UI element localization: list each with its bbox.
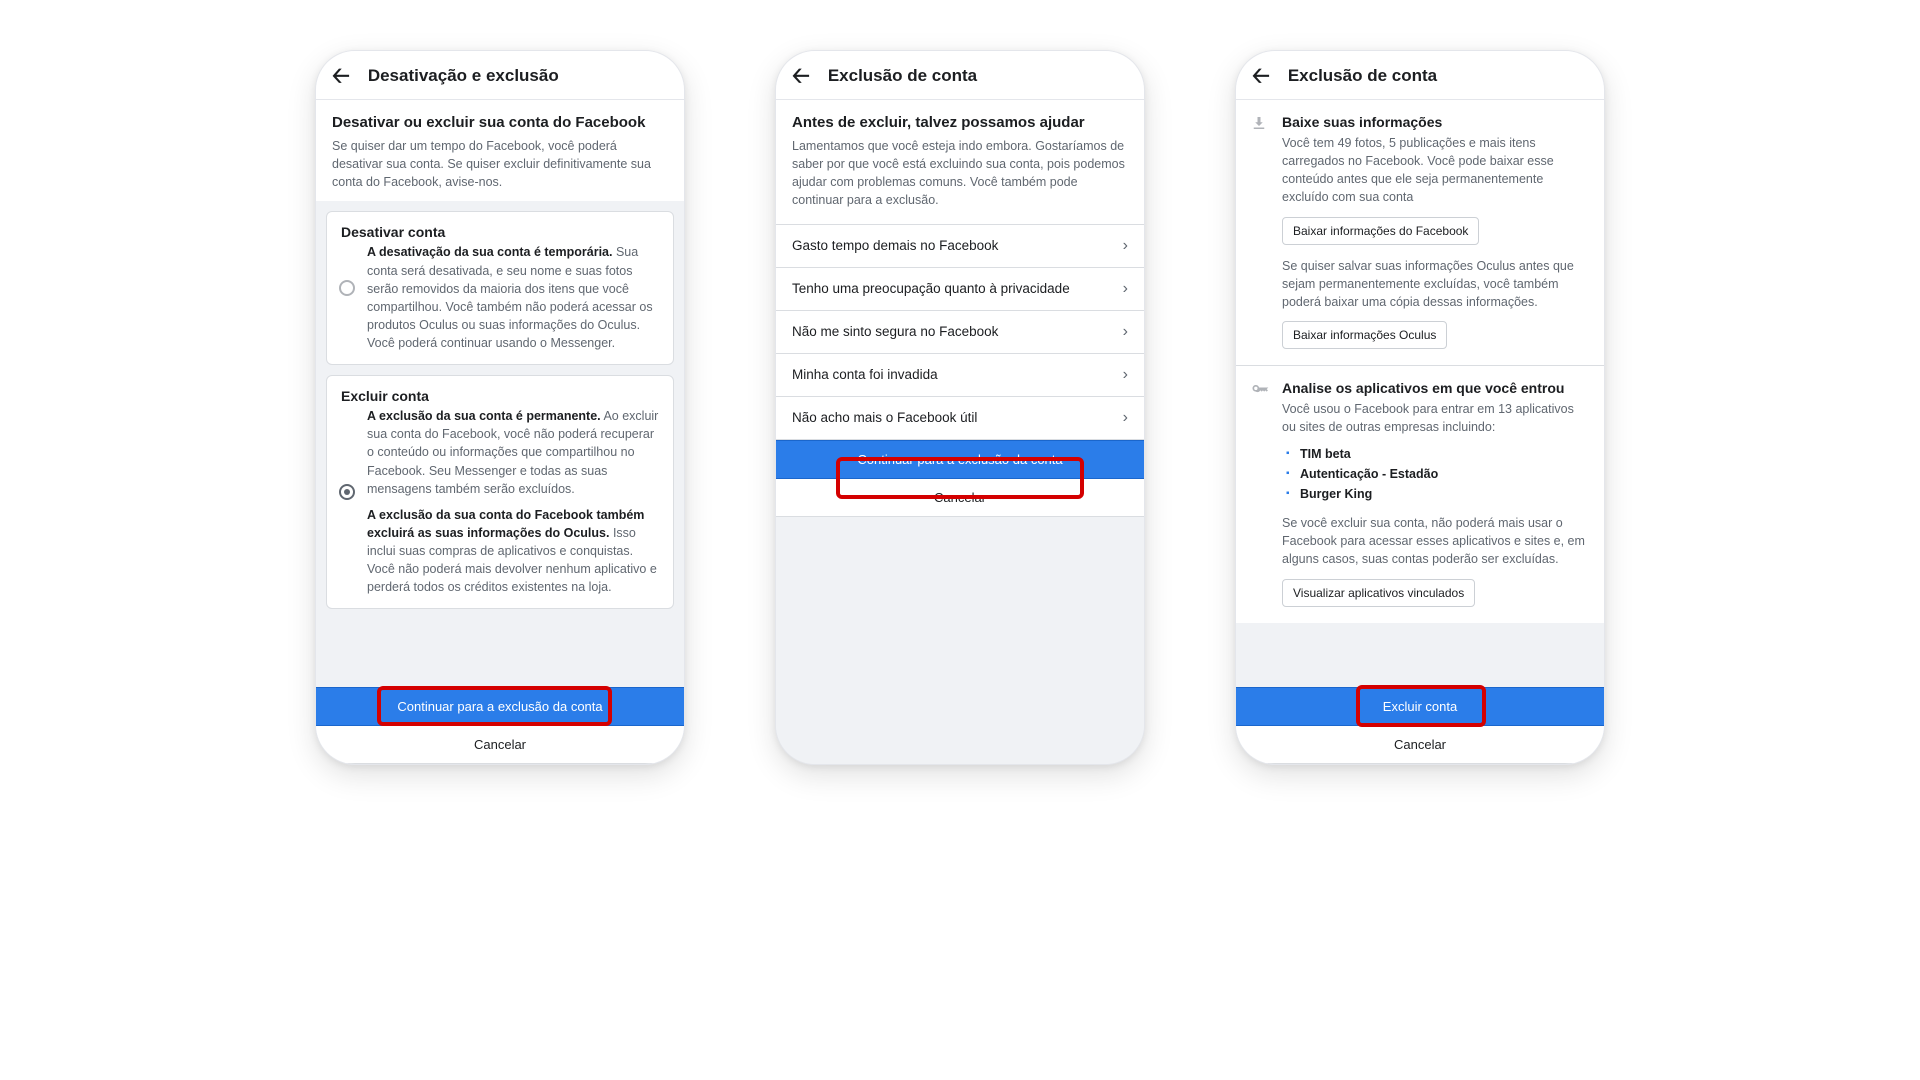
reason-label: Não acho mais o Facebook útil — [792, 410, 977, 425]
cancel-button[interactable]: Cancelar — [316, 726, 684, 764]
key-icon — [1250, 380, 1270, 405]
option-title: Desativar conta — [341, 224, 659, 240]
phone-screen-2: 🡠 Exclusão de conta Antes de excluir, ta… — [775, 50, 1145, 765]
reason-label: Minha conta foi invadida — [792, 367, 938, 382]
radio-icon[interactable] — [339, 484, 355, 500]
chevron-right-icon: › — [1123, 280, 1128, 298]
reason-option[interactable]: Tenho uma preocupação quanto à privacida… — [776, 268, 1144, 311]
content-area: Desativar ou excluir sua conta do Facebo… — [316, 100, 684, 764]
chevron-right-icon: › — [1123, 237, 1128, 255]
content-area: Baixe suas informações Você tem 49 fotos… — [1236, 100, 1604, 764]
intro-section: Desativar ou excluir sua conta do Facebo… — [316, 100, 684, 201]
section-subtext: Se quiser dar um tempo do Facebook, você… — [332, 137, 668, 191]
app-item: Burger King — [1286, 484, 1588, 504]
deactivate-option[interactable]: Desativar conta A desativação da sua con… — [326, 211, 674, 365]
section-subtext: Lamentamos que você esteja indo embora. … — [792, 137, 1128, 210]
info-text: Você usou o Facebook para entrar em 13 a… — [1282, 400, 1588, 436]
option-text: A exclusão da sua conta do Facebook tamb… — [367, 506, 659, 597]
apps-list: TIM beta Autenticação - Estadão Burger K… — [1286, 444, 1588, 504]
reason-option[interactable]: Minha conta foi invadida › — [776, 354, 1144, 397]
option-text: A desativação da sua conta é temporária.… — [367, 243, 659, 352]
reason-list: Gasto tempo demais no Facebook › Tenho um… — [776, 224, 1144, 440]
page-title: Exclusão de conta — [828, 66, 977, 86]
download-icon — [1250, 114, 1268, 137]
phone-screen-3: 🡠 Exclusão de conta Baixe suas informaçõ… — [1235, 50, 1605, 765]
content-area: Antes de excluir, talvez possamos ajudar… — [776, 100, 1144, 764]
info-text: Se você excluir sua conta, não poderá ma… — [1282, 514, 1588, 568]
topbar: 🡠 Desativação e exclusão — [316, 51, 684, 100]
delete-account-button[interactable]: Excluir conta — [1236, 687, 1604, 726]
action-bar: Continuar para a exclusão da conta Cance… — [316, 687, 684, 764]
option-title: Excluir conta — [341, 388, 659, 404]
page-title: Exclusão de conta — [1288, 66, 1437, 86]
download-info-section: Baixe suas informações Você tem 49 fotos… — [1236, 100, 1604, 366]
continue-delete-button[interactable]: Continuar para a exclusão da conta — [776, 440, 1144, 479]
continue-delete-button[interactable]: Continuar para a exclusão da conta — [316, 687, 684, 726]
back-icon[interactable]: 🡠 — [1252, 65, 1270, 87]
app-item: Autenticação - Estadão — [1286, 464, 1588, 484]
reason-option[interactable]: Não me sinto segura no Facebook › — [776, 311, 1144, 354]
reason-label: Tenho uma preocupação quanto à privacida… — [792, 281, 1070, 296]
intro-section: Antes de excluir, talvez possamos ajudar… — [776, 100, 1144, 224]
section-heading: Antes de excluir, talvez possamos ajudar — [792, 114, 1128, 131]
back-icon[interactable]: 🡠 — [332, 65, 350, 87]
topbar: 🡠 Exclusão de conta — [1236, 51, 1604, 100]
delete-option[interactable]: Excluir conta A exclusão da sua conta é … — [326, 375, 674, 609]
topbar: 🡠 Exclusão de conta — [776, 51, 1144, 100]
phone-screen-1: 🡠 Desativação e exclusão Desativar ou ex… — [315, 50, 685, 765]
info-heading: Baixe suas informações — [1282, 114, 1588, 130]
apps-info-section: Analise os aplicativos em que você entro… — [1236, 366, 1604, 623]
info-text: Se quiser salvar suas informações Oculus… — [1282, 257, 1588, 311]
chevron-right-icon: › — [1123, 409, 1128, 427]
view-apps-button[interactable]: Visualizar aplicativos vinculados — [1282, 579, 1475, 607]
reason-label: Gasto tempo demais no Facebook — [792, 238, 998, 253]
chevron-right-icon: › — [1123, 323, 1128, 341]
back-icon[interactable]: 🡠 — [792, 65, 810, 87]
cancel-button[interactable]: Cancelar — [776, 479, 1144, 517]
action-bar: Excluir conta Cancelar — [1236, 687, 1604, 764]
cancel-button[interactable]: Cancelar — [1236, 726, 1604, 764]
reason-option[interactable]: Não acho mais o Facebook útil › — [776, 397, 1144, 440]
download-oculus-button[interactable]: Baixar informações Oculus — [1282, 321, 1447, 349]
section-heading: Desativar ou excluir sua conta do Facebo… — [332, 114, 668, 131]
reason-option[interactable]: Gasto tempo demais no Facebook › — [776, 225, 1144, 268]
option-text: A exclusão da sua conta é permanente. Ao… — [367, 407, 659, 498]
app-item: TIM beta — [1286, 444, 1588, 464]
download-facebook-button[interactable]: Baixar informações do Facebook — [1282, 217, 1479, 245]
chevron-right-icon: › — [1123, 366, 1128, 384]
radio-icon[interactable] — [339, 280, 355, 296]
info-heading: Analise os aplicativos em que você entro… — [1282, 380, 1588, 396]
page-title: Desativação e exclusão — [368, 66, 559, 86]
reason-label: Não me sinto segura no Facebook — [792, 324, 998, 339]
info-text: Você tem 49 fotos, 5 publicações e mais … — [1282, 134, 1588, 207]
